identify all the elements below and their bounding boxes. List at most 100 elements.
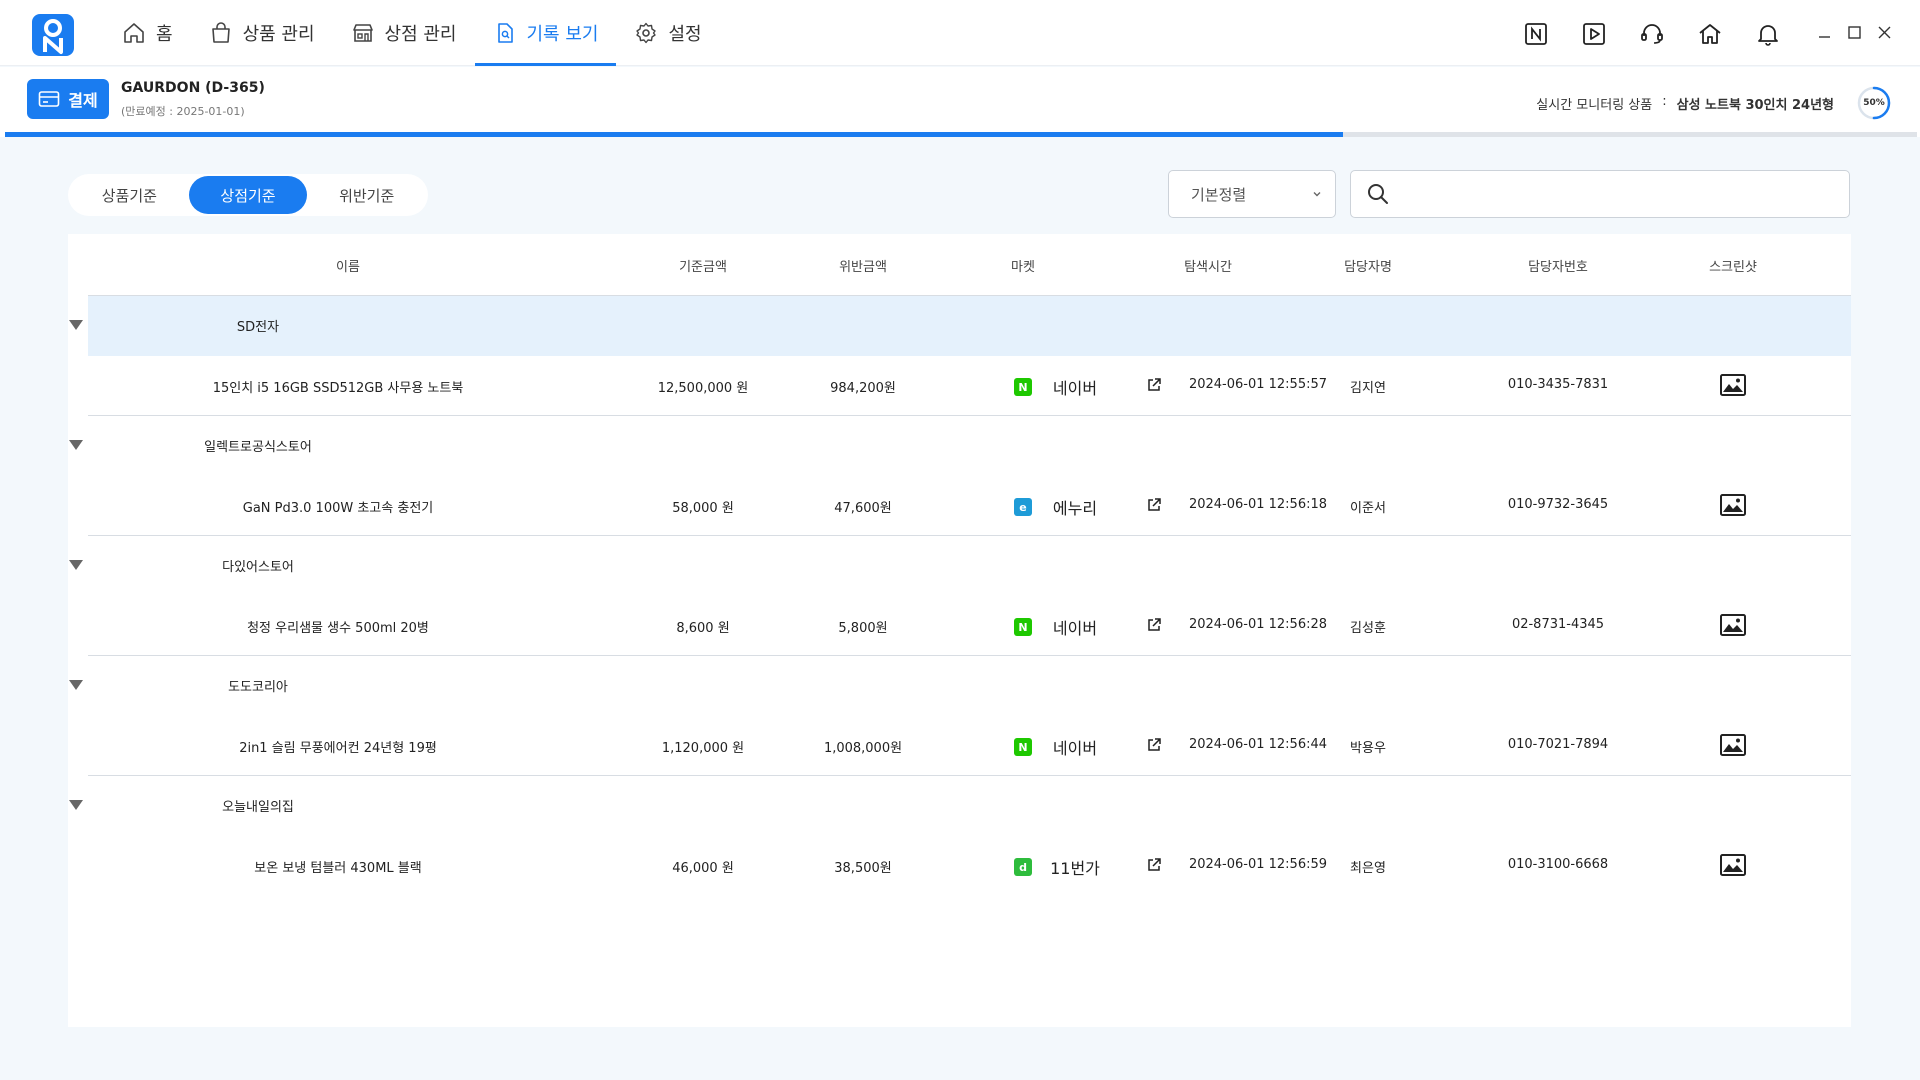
store-icon [352, 24, 373, 42]
naver-logo-icon: N [1014, 738, 1032, 756]
store-group-header[interactable]: SD전자 [88, 296, 1851, 356]
close-button[interactable] [1876, 24, 1892, 40]
screenshot-image-icon[interactable] [1720, 373, 1746, 397]
monitoring-progress-fill [5, 132, 1344, 137]
store-group-header[interactable]: 도도코리아 [88, 656, 1851, 716]
records-table: 이름 기준금액 위반금액 마켓 탐색시간 담당자명 담당자번호 스크린샷 SD전… [68, 234, 1851, 1027]
collapse-triangle-icon[interactable] [68, 558, 84, 572]
home-outline-icon [124, 23, 144, 43]
manager-phone: 010-3435-7831 [1507, 377, 1609, 392]
n-box-icon [1525, 23, 1547, 45]
nav-item-settings[interactable]: 설정 [616, 0, 719, 66]
external-link-icon[interactable] [1146, 737, 1162, 753]
support-button[interactable] [1638, 20, 1666, 48]
table-row[interactable]: 보온 보냉 텀블러 430ML 블랙 46,000 원 38,500원 d 11… [88, 836, 1851, 896]
monitor-progress-ring: 50% [1856, 85, 1892, 121]
table-row[interactable]: 청정 우리샘물 생수 500ml 20병 8,600 원 5,800원 N 네이… [88, 596, 1851, 656]
headset-icon [1641, 24, 1663, 44]
column-header-phone[interactable]: 담당자번호 [1488, 256, 1628, 275]
store-name: 도도코리아 [228, 680, 288, 695]
manager-name: 박용우 [1350, 741, 1386, 756]
collapse-triangle-icon[interactable] [68, 438, 84, 452]
screenshot-image-icon[interactable] [1720, 853, 1746, 877]
base-price: 46,000 원 [672, 861, 734, 876]
column-header-market[interactable]: 마켓 [978, 256, 1068, 275]
table-row[interactable]: GaN Pd3.0 100W 초고속 충전기 58,000 원 47,600원 … [88, 476, 1851, 536]
screenshot-image-icon[interactable] [1720, 733, 1746, 757]
manager-name: 최은영 [1350, 861, 1386, 876]
nav-item-product-management[interactable]: 상품 관리 [191, 0, 333, 66]
naver-shortcut-button[interactable] [1522, 20, 1550, 48]
column-header-manager[interactable]: 담당자명 [1318, 256, 1418, 275]
external-link-icon[interactable] [1146, 377, 1162, 393]
tab-by-product[interactable]: 상품기준 [70, 176, 189, 214]
app-logo[interactable] [32, 14, 74, 56]
naver-logo-icon: N [1014, 378, 1032, 396]
product-name: 청정 우리샘물 생수 500ml 20병 [247, 621, 429, 636]
search-input[interactable] [1401, 174, 1841, 214]
collapse-triangle-icon[interactable] [68, 318, 84, 332]
search-icon[interactable] [1367, 183, 1389, 205]
violation-price: 5,800원 [838, 621, 888, 636]
column-header-screenshot[interactable]: 스크린샷 [1688, 256, 1778, 275]
store-group-header[interactable]: 오늘내일의집 [88, 776, 1851, 836]
maximize-button[interactable] [1846, 24, 1862, 40]
column-header-scan-time[interactable]: 탐색시간 [1138, 256, 1278, 275]
window-controls [1816, 24, 1892, 40]
screenshot-image-icon[interactable] [1720, 613, 1746, 637]
store-name: 일렉트로공식스토어 [204, 440, 312, 455]
external-link-icon[interactable] [1146, 857, 1162, 873]
manager-name: 김성훈 [1350, 621, 1386, 636]
market-name: 네이버 [1052, 379, 1098, 398]
nav-item-label: 홈 [156, 24, 173, 45]
maximize-icon [1847, 25, 1861, 39]
external-link-icon[interactable] [1146, 497, 1162, 513]
shopping-bag-icon [211, 22, 230, 43]
app-logo-icon [43, 19, 63, 54]
sort-select[interactable]: 기본정렬 [1168, 170, 1336, 218]
nav-item-label: 상점 관리 [384, 24, 457, 45]
manager-phone: 02-8731-4345 [1511, 617, 1605, 632]
top-navigation-bar: 홈 상품 관리 상점 관리 기록 보기 설정 [0, 0, 1920, 66]
collapse-triangle-icon[interactable] [68, 798, 84, 812]
violation-price: 984,200원 [830, 381, 896, 396]
violation-price: 38,500원 [834, 861, 892, 876]
manager-name: 이준서 [1350, 501, 1386, 516]
store-group-header[interactable]: 다있어스토어 [88, 536, 1851, 596]
chevron-down-icon [1313, 192, 1321, 197]
collapse-triangle-icon[interactable] [68, 678, 84, 692]
violation-price: 1,008,000원 [823, 741, 903, 756]
store-group-header[interactable]: 일렉트로공식스토어 [88, 416, 1851, 476]
nav-item-history[interactable]: 기록 보기 [474, 0, 617, 66]
base-price: 8,600 원 [676, 621, 730, 636]
video-button[interactable] [1580, 20, 1608, 48]
external-link-icon[interactable] [1146, 617, 1162, 633]
screenshot-image-icon[interactable] [1720, 493, 1746, 517]
search-box [1350, 170, 1850, 218]
tab-by-violation[interactable]: 위반기준 [307, 176, 426, 214]
column-header-name[interactable]: 이름 [288, 256, 408, 275]
minimize-button[interactable] [1816, 24, 1832, 40]
monitoring-progress-bar [5, 132, 1917, 137]
progress-percent: 50% [1863, 98, 1885, 108]
gear-icon [636, 22, 657, 44]
nav-item-store-management[interactable]: 상점 관리 [333, 0, 475, 66]
product-name: GaN Pd3.0 100W 초고속 충전기 [242, 501, 434, 516]
monitor-label: 실시간 모니터링 상품 [1536, 98, 1653, 113]
home-button[interactable] [1696, 20, 1724, 48]
enuri-logo-icon: e [1014, 498, 1032, 516]
notification-button[interactable] [1754, 20, 1782, 48]
home-icon [1699, 24, 1721, 44]
column-header-base-price[interactable]: 기준금액 [648, 256, 758, 275]
nav-item-label: 설정 [668, 24, 702, 45]
table-row[interactable]: 15인치 i5 16GB SSD512GB 사무용 노트북 12,500,000… [88, 356, 1851, 416]
tab-by-store[interactable]: 상점기준 [188, 176, 308, 214]
column-header-violation-price[interactable]: 위반금액 [808, 256, 918, 275]
store-name: 다있어스토어 [222, 560, 294, 575]
store-group: 다있어스토어 청정 우리샘물 생수 500ml 20병 8,600 원 5,80… [68, 536, 1851, 656]
table-row[interactable]: 2in1 슬림 무풍에어컨 24년형 19평 1,120,000 원 1,008… [88, 716, 1851, 776]
payment-button[interactable]: 결제 [27, 79, 109, 119]
nav-item-home[interactable]: 홈 [104, 0, 191, 66]
main-nav: 홈 상품 관리 상점 관리 기록 보기 설정 [104, 0, 720, 66]
manager-phone: 010-9732-3645 [1507, 497, 1609, 512]
